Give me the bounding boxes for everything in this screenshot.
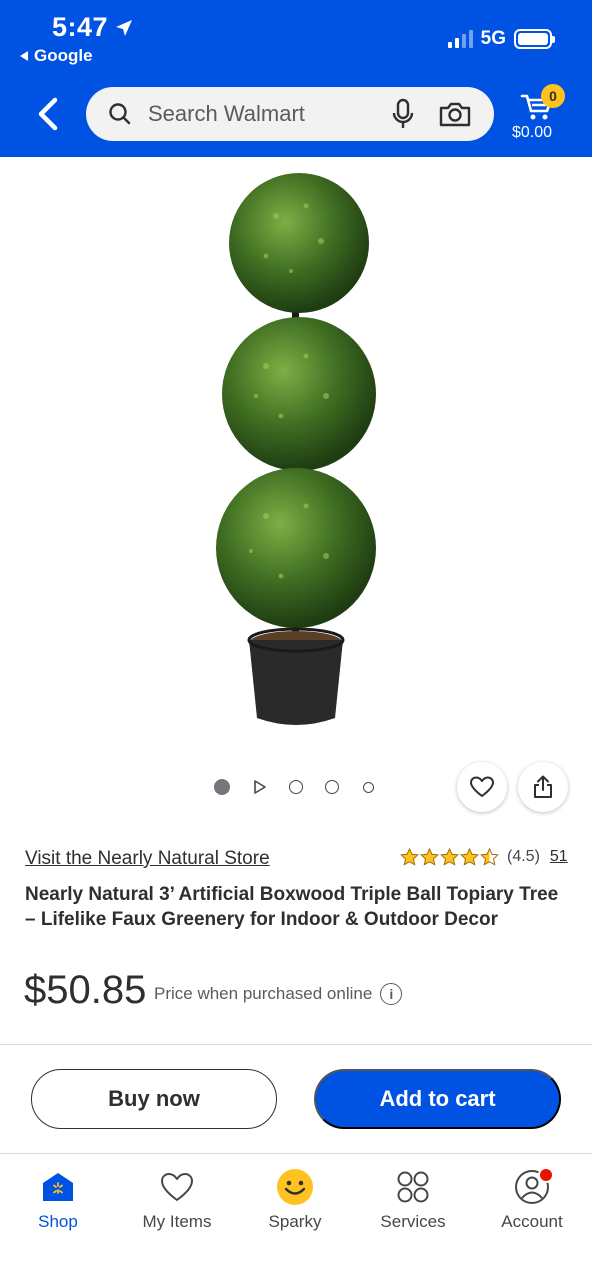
back-button[interactable] — [30, 94, 66, 134]
tab-label: Services — [380, 1212, 446, 1231]
tab-label: Shop — [38, 1212, 78, 1231]
review-count-link[interactable]: 51 — [550, 848, 568, 866]
search-bar[interactable]: Search Walmart — [86, 87, 494, 141]
share-button[interactable] — [518, 762, 568, 812]
tab-label: Sparky — [268, 1212, 322, 1231]
carousel-indicators — [214, 778, 384, 796]
heart-icon — [470, 776, 494, 797]
back-to-app-link[interactable]: Google — [19, 46, 93, 66]
shop-icon — [43, 1173, 73, 1201]
rating-stars — [400, 848, 499, 866]
tab-services[interactable]: Services — [363, 1168, 463, 1232]
cart-count-badge: 0 — [541, 84, 565, 108]
network-label: 5G — [480, 28, 506, 49]
small-back-triangle-icon — [20, 51, 28, 61]
tab-label: My Items — [142, 1212, 212, 1231]
price-note: Price when purchased online i — [154, 983, 403, 1005]
tab-account[interactable]: Account — [482, 1167, 582, 1232]
info-icon[interactable]: i — [380, 983, 403, 1005]
battery-icon — [514, 29, 555, 49]
chevron-left-icon — [38, 97, 58, 131]
carousel-dot[interactable] — [363, 782, 374, 793]
star-icon — [420, 848, 439, 866]
buy-now-button[interactable]: Buy now — [31, 1069, 277, 1129]
tab-shop[interactable]: Shop — [8, 1168, 108, 1232]
clock-text: 5:47 — [52, 12, 109, 42]
store-link[interactable]: Visit the Nearly Natural Store — [25, 848, 270, 870]
search-placeholder: Search Walmart — [148, 101, 305, 126]
signal-icon — [447, 30, 473, 48]
star-icon — [400, 848, 419, 866]
bottom-tab-bar: Shop My Items Sparky Services Account — [0, 1153, 592, 1280]
rating-summary[interactable]: (4.5) 51 — [400, 848, 568, 866]
price-note-text: Price when purchased online — [154, 984, 373, 1003]
tab-my-items[interactable]: My Items — [127, 1168, 227, 1232]
camera-icon[interactable] — [438, 99, 472, 129]
favorite-button[interactable] — [457, 762, 507, 812]
rating-value: (4.5) — [507, 848, 540, 865]
product-price: $50.85 — [24, 968, 147, 1012]
sparky-icon — [277, 1169, 313, 1205]
status-time: 5:47 — [52, 12, 134, 43]
search-icon — [109, 103, 131, 125]
star-icon — [460, 848, 479, 866]
tab-sparky[interactable]: Sparky — [245, 1168, 345, 1232]
heart-icon — [161, 1173, 193, 1201]
header: 5:47 Google 5G Search Walmart 0 $0.00 — [0, 0, 592, 157]
share-icon — [534, 775, 552, 798]
cart-total: $0.00 — [512, 124, 553, 141]
carousel-video-icon[interactable] — [253, 780, 267, 794]
carousel-dot[interactable] — [289, 780, 303, 794]
microphone-icon[interactable] — [390, 98, 416, 130]
carousel-dot[interactable] — [325, 780, 339, 794]
status-indicators: 5G — [447, 28, 555, 50]
product-title: Nearly Natural 3’ Artificial Boxwood Tri… — [25, 884, 559, 930]
back-app-label: Google — [34, 46, 93, 65]
divider — [0, 1044, 592, 1045]
notification-dot — [538, 1167, 554, 1183]
cart-button[interactable]: 0 $0.00 — [512, 84, 568, 148]
tab-label: Account — [501, 1212, 563, 1231]
services-icon — [397, 1171, 429, 1203]
star-icon — [440, 848, 459, 866]
half-star-icon — [480, 848, 499, 866]
location-arrow-icon — [116, 19, 133, 36]
product-image[interactable] — [196, 166, 396, 736]
carousel-dot-active[interactable] — [214, 779, 230, 795]
add-to-cart-button[interactable]: Add to cart — [314, 1069, 561, 1129]
